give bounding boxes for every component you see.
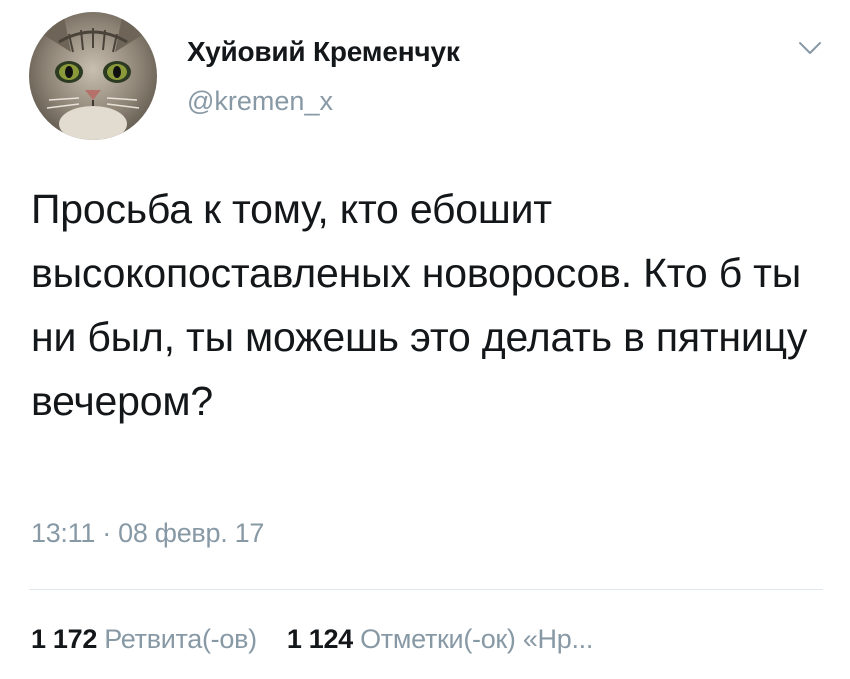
timestamp-separator: · xyxy=(95,518,119,548)
tweet-time: 13:11 xyxy=(31,518,96,548)
tweet-text: Просьба к тому, кто ебошит высокопоставл… xyxy=(31,186,808,424)
user-handle[interactable]: @kremen_x xyxy=(187,86,333,117)
likes-stat[interactable]: 1 124 Отметки(-ок) «Нр... xyxy=(286,624,594,654)
display-name[interactable]: Хуйовий Кременчук xyxy=(187,36,460,68)
chevron-down-icon[interactable] xyxy=(797,38,823,58)
retweets-count: 1 172 xyxy=(31,624,98,654)
tweet-card: Хуйовий Кременчук @kremen_x Просьба к то… xyxy=(0,0,850,679)
tweet-date: 08 февр. 17 xyxy=(118,518,265,548)
likes-label: Отметки(-ок) «Нр... xyxy=(360,624,594,654)
cat-avatar-image xyxy=(29,12,157,140)
likes-count: 1 124 xyxy=(286,624,353,654)
tweet-timestamp[interactable]: 13:11 · 08 февр. 17 xyxy=(31,518,264,549)
retweets-stat[interactable]: 1 172 Ретвита(-ов) xyxy=(31,624,257,654)
avatar[interactable] xyxy=(29,12,157,140)
tweet-stats: 1 172 Ретвита(-ов) 1 124 Отметки(-ок) «Нр… xyxy=(31,624,593,655)
divider xyxy=(29,589,823,590)
retweets-label: Ретвита(-ов) xyxy=(104,624,257,654)
